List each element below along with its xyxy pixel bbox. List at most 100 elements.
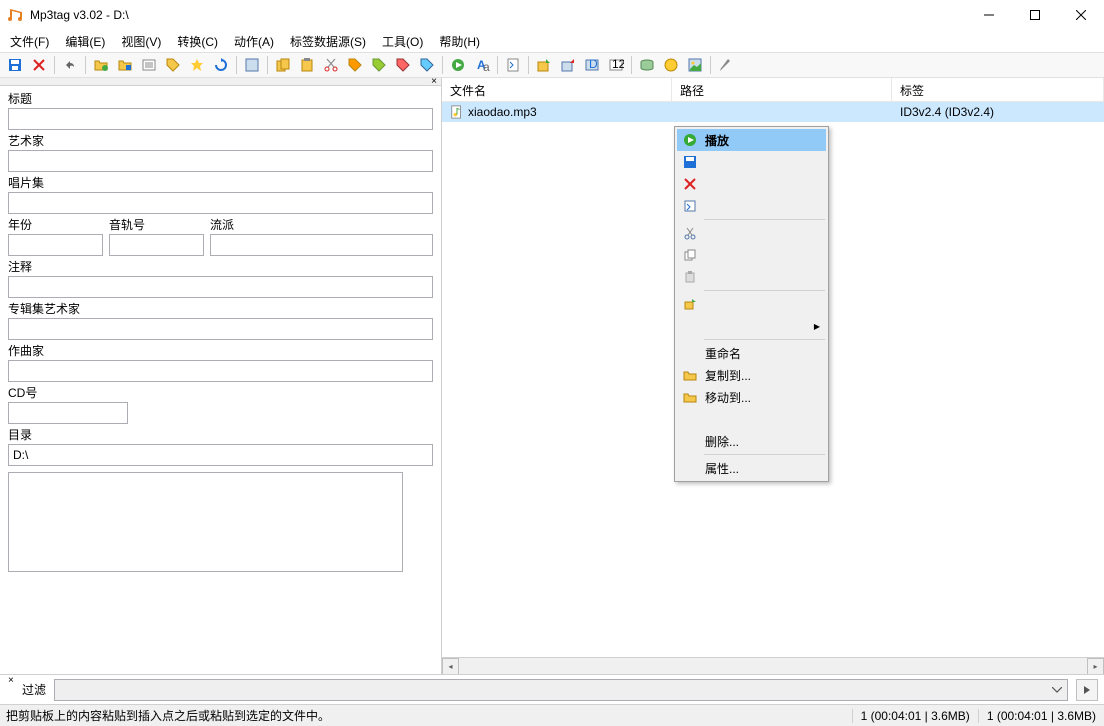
filter-close-icon[interactable]: × bbox=[4, 675, 18, 686]
settings-icon[interactable] bbox=[715, 54, 737, 76]
cm-properties[interactable]: 属性... bbox=[677, 457, 826, 479]
action-icon[interactable] bbox=[447, 54, 469, 76]
cover-icon[interactable] bbox=[684, 54, 706, 76]
menu-file[interactable]: 文件(F) bbox=[2, 31, 57, 52]
cm-tag-copy[interactable] bbox=[677, 244, 826, 266]
save-icon[interactable] bbox=[4, 54, 26, 76]
label-composer: 作曲家 bbox=[8, 342, 433, 359]
filter-input[interactable] bbox=[54, 679, 1068, 701]
cell-filename: xiaodao.mp3 bbox=[468, 105, 537, 119]
title-bar: Mp3tag v3.02 - D:\ bbox=[0, 0, 1104, 30]
menu-bar: 文件(F) 编辑(E) 视图(V) 转换(C) 动作(A) 标签数据源(S) 工… bbox=[0, 30, 1104, 52]
cm-convert[interactable]: ▶ bbox=[677, 315, 826, 337]
cm-tag-cut[interactable] bbox=[677, 222, 826, 244]
delete-icon[interactable] bbox=[28, 54, 50, 76]
open-folder-icon[interactable] bbox=[90, 54, 112, 76]
cm-remove-file[interactable] bbox=[677, 408, 826, 430]
cm-save-tag[interactable] bbox=[677, 151, 826, 173]
cm-export[interactable] bbox=[677, 293, 826, 315]
web-icon[interactable] bbox=[660, 54, 682, 76]
app-icon bbox=[8, 7, 24, 23]
menu-action[interactable]: 动作(A) bbox=[226, 31, 282, 52]
h-scrollbar[interactable]: ◂▸ bbox=[442, 657, 1104, 674]
cm-tag-ext[interactable] bbox=[677, 195, 826, 217]
menu-tools[interactable]: 工具(O) bbox=[374, 31, 431, 52]
freedb-icon[interactable] bbox=[636, 54, 658, 76]
tag3-icon[interactable] bbox=[368, 54, 390, 76]
minimize-button[interactable] bbox=[966, 0, 1012, 30]
input-albumartist[interactable] bbox=[8, 318, 433, 340]
cm-clear-tag[interactable] bbox=[677, 173, 826, 195]
table-row[interactable]: xiaodao.mp3 ID3v2.4 (ID3v2.4) bbox=[442, 102, 1104, 122]
cm-delete[interactable]: 删除... bbox=[677, 430, 826, 452]
select-all-icon[interactable] bbox=[241, 54, 263, 76]
maximize-button[interactable] bbox=[1012, 0, 1058, 30]
input-album[interactable] bbox=[8, 192, 433, 214]
undo-icon[interactable] bbox=[59, 54, 81, 76]
panel-close-icon[interactable]: × bbox=[431, 76, 437, 87]
input-composer[interactable] bbox=[8, 360, 433, 382]
close-button[interactable] bbox=[1058, 0, 1104, 30]
cm-copy-to[interactable]: 复制到... bbox=[677, 364, 826, 386]
input-artist[interactable] bbox=[8, 150, 433, 172]
save-folder-icon[interactable] bbox=[114, 54, 136, 76]
main-area: × 标题 艺术家 唱片集 年份 音轨号 流派 注释 专辑集艺术家 作曲家 CD号… bbox=[0, 78, 1104, 674]
tag2-icon[interactable] bbox=[344, 54, 366, 76]
label-track: 音轨号 bbox=[109, 216, 204, 233]
menu-tagsource[interactable]: 标签数据源(S) bbox=[282, 31, 374, 52]
import-icon[interactable] bbox=[557, 54, 579, 76]
cell-tag: ID3v2.4 (ID3v2.4) bbox=[900, 105, 994, 119]
action-a-icon[interactable]: Aa bbox=[471, 54, 493, 76]
input-year[interactable] bbox=[8, 234, 103, 256]
star-icon[interactable] bbox=[186, 54, 208, 76]
input-title[interactable] bbox=[8, 108, 433, 130]
sync-icon[interactable]: D bbox=[581, 54, 603, 76]
tag-icon[interactable] bbox=[162, 54, 184, 76]
tag5-icon[interactable] bbox=[416, 54, 438, 76]
paste-tag-icon[interactable] bbox=[296, 54, 318, 76]
filter-label: 过滤 bbox=[22, 681, 46, 698]
copy-tag-icon[interactable] bbox=[272, 54, 294, 76]
file-list-panel: 文件名 路径 标签 xiaodao.mp3 ID3v2.4 (ID3v2.4) … bbox=[442, 78, 1104, 674]
filter-go-button[interactable] bbox=[1076, 679, 1098, 701]
cm-play[interactable]: 播放 bbox=[677, 129, 826, 151]
panel-header: × bbox=[0, 78, 441, 86]
input-genre[interactable] bbox=[210, 234, 433, 256]
cm-move-to[interactable]: 移动到... bbox=[677, 386, 826, 408]
menu-view[interactable]: 视图(V) bbox=[113, 31, 169, 52]
menu-help[interactable]: 帮助(H) bbox=[431, 31, 488, 52]
tag4-icon[interactable] bbox=[392, 54, 414, 76]
col-filename[interactable]: 文件名 bbox=[442, 78, 672, 101]
status-count-total: 1 (00:04:01 | 3.6MB) bbox=[978, 709, 1104, 723]
label-directory: 目录 bbox=[8, 426, 433, 443]
tools1-icon[interactable] bbox=[502, 54, 524, 76]
input-track[interactable] bbox=[109, 234, 204, 256]
status-hint: 把剪贴板上的内容粘贴到插入点之后或粘贴到选定的文件中。 bbox=[0, 707, 852, 724]
col-path[interactable]: 路径 bbox=[672, 78, 892, 101]
context-menu: 播放 ▶ 重命名 复制到... 移动到... 删除... 属性... bbox=[674, 126, 829, 482]
menu-edit[interactable]: 编辑(E) bbox=[57, 31, 113, 52]
input-directory[interactable]: D:\ bbox=[8, 444, 433, 466]
col-tag[interactable]: 标签 bbox=[892, 78, 1104, 101]
filter-bar: × 过滤 bbox=[0, 674, 1104, 704]
refresh-icon[interactable] bbox=[210, 54, 232, 76]
label-album: 唱片集 bbox=[8, 174, 433, 191]
label-comment: 注释 bbox=[8, 258, 433, 275]
menu-convert[interactable]: 转换(C) bbox=[169, 31, 226, 52]
playlist-icon[interactable] bbox=[138, 54, 160, 76]
label-genre: 流派 bbox=[210, 216, 433, 233]
label-artist: 艺术家 bbox=[8, 132, 433, 149]
input-cdno[interactable] bbox=[8, 402, 128, 424]
list-header: 文件名 路径 标签 bbox=[442, 78, 1104, 102]
svg-text:a: a bbox=[483, 60, 490, 73]
input-comment[interactable] bbox=[8, 276, 433, 298]
music-file-icon bbox=[450, 105, 464, 119]
svg-text:12: 12 bbox=[612, 57, 624, 71]
export-icon[interactable] bbox=[533, 54, 555, 76]
num-icon[interactable]: 12 bbox=[605, 54, 627, 76]
cut-tag-icon[interactable] bbox=[320, 54, 342, 76]
cm-rename[interactable]: 重命名 bbox=[677, 342, 826, 364]
cover-art-box[interactable] bbox=[8, 472, 403, 572]
svg-text:D: D bbox=[589, 57, 598, 71]
list-body[interactable]: xiaodao.mp3 ID3v2.4 (ID3v2.4) 播放 ▶ 重命名 bbox=[442, 102, 1104, 657]
